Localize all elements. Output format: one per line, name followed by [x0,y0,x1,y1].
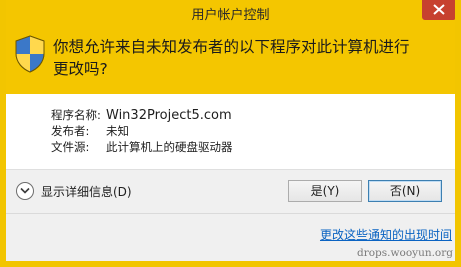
warning-header: 你想允许来自未知发布者的以下程序对此计算机进行更改吗? [6,30,455,94]
close-icon [433,4,445,15]
uac-dialog: 用户帐户控制 你想允许来自未知发布者的以下程序对此计算机进行更改吗? 程序名称:… [0,0,461,267]
program-name-value: Win32Project5.com [106,108,232,123]
program-details: 程序名称: Win32Project5.com 发布者: 未知 文件源: 此计算机上的… [51,107,233,155]
expand-circle [16,182,34,200]
consent-question: 你想允许来自未知发布者的以下程序对此计算机进行更改吗? [53,38,410,78]
publisher-label: 发布者: [51,124,90,138]
file-origin-label: 文件源: [51,140,90,154]
close-button[interactable] [422,0,455,20]
title-bar: 用户帐户控制 [6,0,455,30]
footer-divider [6,213,455,214]
program-name-row: 程序名称: Win32Project5.com [51,107,233,123]
show-details-label: 显示详细信息(D) [41,185,132,199]
dialog-footer: 显示详细信息(D) 是(Y) 否(N) 更改这些通知的出现时间 drops.wo… [6,169,455,261]
program-name-label: 程序名称: [51,108,101,122]
change-notification-settings-link[interactable]: 更改这些通知的出现时间 [320,226,452,243]
publisher-value: 未知 [106,124,129,138]
file-origin-value: 此计算机上的硬盘驱动器 [106,140,233,154]
yes-button[interactable]: 是(Y) [288,180,362,202]
watermark: drops.wooyun.org [357,247,453,259]
no-button[interactable]: 否(N) [368,180,442,202]
uac-shield-icon [15,35,45,73]
publisher-row: 发布者: 未知 [51,123,233,139]
chevron-down-icon [20,187,30,194]
file-origin-row: 文件源: 此计算机上的硬盘驱动器 [51,139,233,155]
window-title: 用户帐户控制 [191,8,270,23]
